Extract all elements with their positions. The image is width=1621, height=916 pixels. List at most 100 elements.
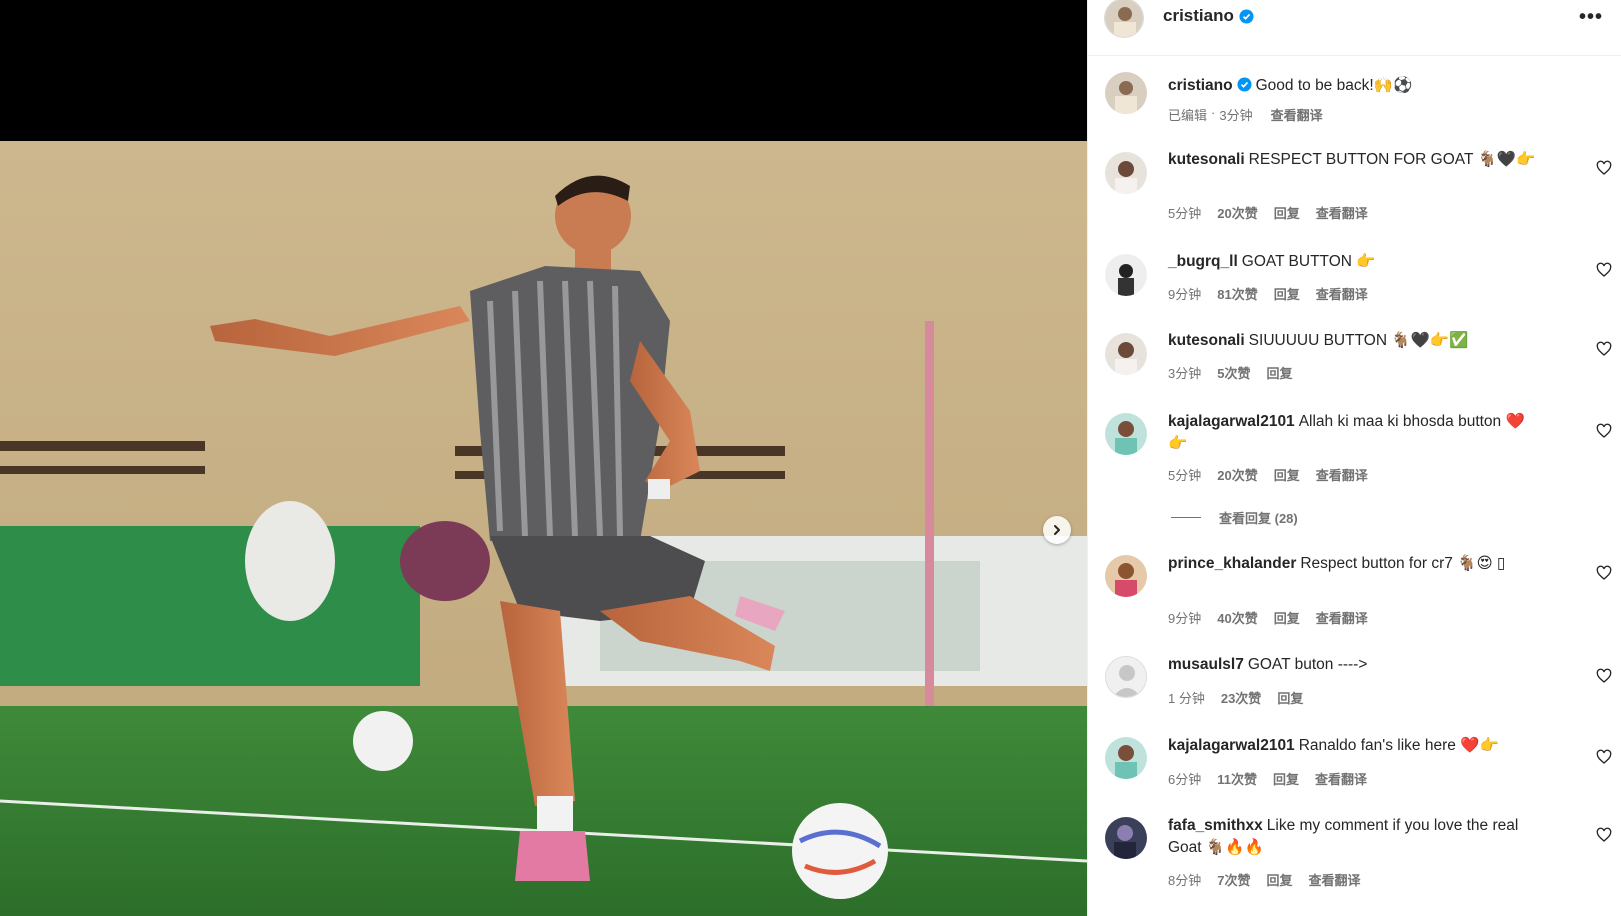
edited-label: 已编辑 [1168,108,1208,123]
heart-icon[interactable] [1596,827,1612,843]
heart-icon[interactable] [1596,160,1612,176]
comment-username[interactable]: musaulsl7 [1168,656,1244,673]
avatar-image [1105,333,1147,375]
comment-username[interactable]: _bugrq_ll [1168,253,1238,270]
comment-meta: 5分钟 20次赞 回复 查看翻译 [1168,203,1368,222]
comment-meta: 8分钟 7次赞 回复 查看翻译 [1168,870,1361,889]
comment-username[interactable]: prince_khalander [1168,555,1296,572]
avatar-image [1105,152,1147,194]
heart-icon[interactable] [1596,565,1612,581]
avatar-image [1105,555,1147,597]
avatar-image [1106,657,1146,697]
translate-link[interactable]: 查看翻译 [1316,203,1368,222]
avatar-image [1105,72,1147,114]
author-username-header[interactable]: cristiano [1163,6,1254,26]
comment-time[interactable]: 6分钟 [1168,769,1201,788]
more-options-button[interactable]: ••• [1579,6,1603,29]
comment-username[interactable]: kutesonali [1168,151,1245,168]
comment-time[interactable]: 8分钟 [1168,870,1201,889]
comment-likes[interactable]: 40次赞 [1217,608,1257,627]
chevron-right-icon [1054,525,1060,535]
comment-username[interactable]: fafa_smithxx [1168,817,1263,834]
more-icon: ••• [1578,6,1603,28]
comment-text: Ranaldo fan's like here ❤️👉 [1298,737,1499,754]
reply-button[interactable]: 回复 [1266,870,1292,889]
heart-icon[interactable] [1596,668,1612,684]
view-replies-button[interactable]: 查看回复 (28) [1171,508,1298,527]
comment-meta: 3分钟 5次赞 回复 [1168,363,1292,382]
post-photo [0,141,1087,916]
comment-time[interactable]: 9分钟 [1168,608,1201,627]
avatar[interactable] [1105,333,1147,375]
comment-meta: 9分钟 40次赞 回复 查看翻译 [1168,608,1368,627]
translate-link[interactable]: 查看翻译 [1308,870,1360,889]
avatar[interactable] [1105,254,1147,296]
avatar[interactable] [1105,656,1147,698]
avatar-image [1105,737,1147,779]
translate-link[interactable]: 查看翻译 [1316,465,1368,484]
comment-body: kajalagarwal2101 Ranaldo fan's like here … [1168,735,1540,757]
comment-username[interactable]: kajalagarwal2101 [1168,737,1295,754]
reply-button[interactable]: 回复 [1277,688,1303,707]
comment-time[interactable]: 9分钟 [1168,284,1201,303]
reply-button[interactable]: 回复 [1274,203,1300,222]
avatar[interactable] [1105,413,1147,455]
comment-meta: 1 分钟 23次赞 回复 [1168,688,1303,707]
post-media [0,0,1087,916]
comment-likes[interactable]: 5次赞 [1217,363,1250,382]
avatar[interactable] [1105,555,1147,597]
comment-body: fafa_smithxx Like my comment if you love … [1168,815,1540,859]
comment-body: prince_khalander Respect button for cr7 🐐… [1168,553,1540,575]
translate-link[interactable]: 查看翻译 [1316,608,1368,627]
reply-button[interactable]: 回复 [1274,465,1300,484]
comment-meta: 9分钟 81次赞 回复 查看翻译 [1168,284,1368,303]
heart-icon[interactable] [1596,749,1612,765]
reply-button[interactable]: 回复 [1266,363,1292,382]
reply-button[interactable]: 回复 [1273,769,1299,788]
comment-time[interactable]: 1 分钟 [1168,688,1205,707]
heart-icon[interactable] [1596,341,1612,357]
comment-likes[interactable]: 23次赞 [1221,688,1261,707]
comment-likes[interactable]: 11次赞 [1217,769,1257,788]
meta-separator: · [1211,105,1216,120]
translate-link[interactable]: 查看翻译 [1315,769,1367,788]
avatar-image [1105,254,1147,296]
comment-username[interactable]: kajalagarwal2101 [1168,413,1295,430]
heart-icon[interactable] [1596,262,1612,278]
comment-time[interactable]: 3分钟 [1168,363,1201,382]
avatar[interactable] [1105,72,1147,114]
avatar[interactable] [1105,737,1147,779]
comment-likes[interactable]: 20次赞 [1217,465,1257,484]
comment-likes[interactable]: 81次赞 [1217,284,1257,303]
avatar-image [1105,0,1143,37]
avatar[interactable] [1105,817,1147,859]
comment-text: SIUUUUU BUTTON 🐐🖤👉✅ [1248,332,1469,349]
comment-username[interactable]: kutesonali [1168,332,1245,349]
comment-body: kutesonali RESPECT BUTTON FOR GOAT 🐐🖤👉 [1168,149,1540,171]
author-username-text[interactable]: cristiano [1163,6,1234,26]
comment-time[interactable]: 5分钟 [1168,203,1201,222]
photo-image [0,141,1087,916]
comment-likes[interactable]: 20次赞 [1217,203,1257,222]
avatar[interactable] [1105,152,1147,194]
avatar-image [1105,413,1147,455]
heart-icon[interactable] [1596,423,1612,439]
view-replies-label[interactable]: 查看回复 (28) [1219,508,1298,527]
caption-username[interactable]: cristiano [1168,77,1233,94]
comment-body: kajalagarwal2101 Allah ki maa ki bhosda b… [1168,411,1540,455]
author-avatar[interactable] [1104,0,1144,38]
comment-likes[interactable]: 7次赞 [1217,870,1250,889]
replies-divider [1171,517,1201,518]
comment-text: RESPECT BUTTON FOR GOAT 🐐🖤👉 [1248,151,1536,168]
reply-button[interactable]: 回复 [1274,608,1300,627]
caption-time[interactable]: 3分钟 [1219,105,1252,124]
caption-translate-link[interactable]: 查看翻译 [1271,105,1323,124]
translate-link[interactable]: 查看翻译 [1316,284,1368,303]
comment-time[interactable]: 5分钟 [1168,465,1201,484]
reply-button[interactable]: 回复 [1274,284,1300,303]
post-header: cristiano ••• [1088,0,1621,56]
comment-text: Respect button for cr7 🐐😍 ▯ [1300,555,1506,572]
next-image-button[interactable] [1043,516,1071,544]
comment-body: _bugrq_ll GOAT BUTTON 👉 [1168,251,1540,273]
caption-body: cristiano Good to be back!🙌⚽ [1168,75,1540,97]
